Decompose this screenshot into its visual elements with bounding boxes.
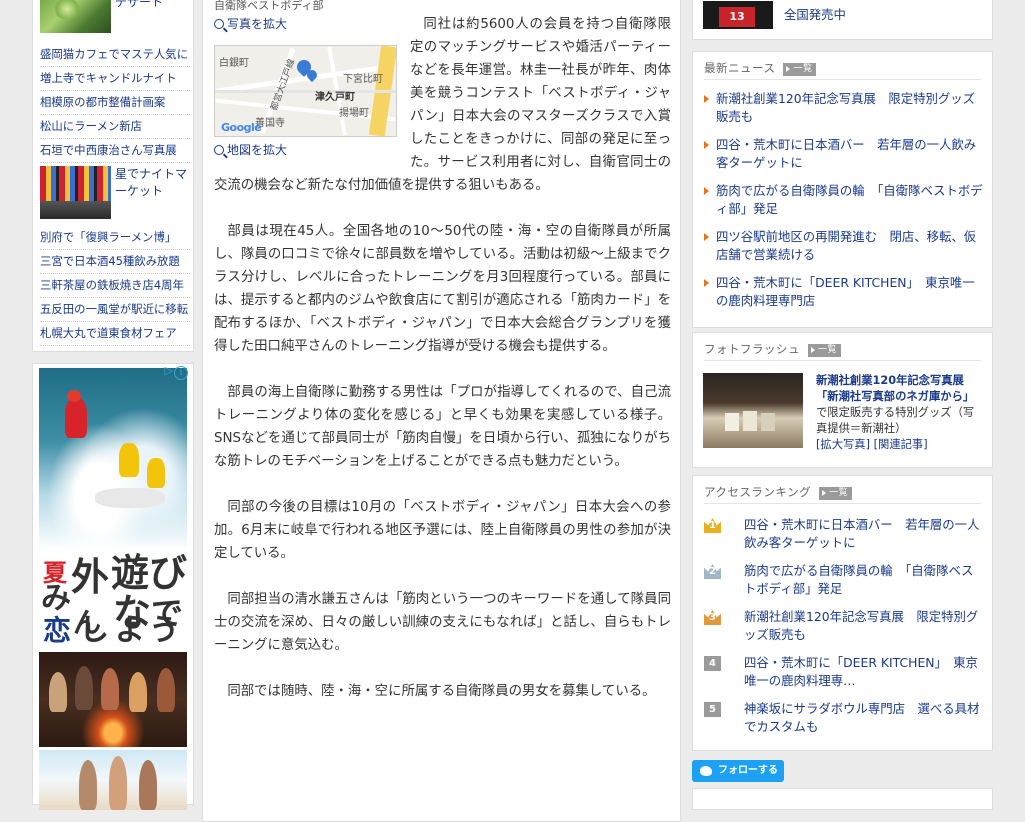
article-body: 同社は約5600人の会員を持つ自衛隊限定のマッチングサービスや婚活パーティーなど… (214, 13, 671, 726)
ranking-item[interactable]: 4 四谷・荒木町に「DEER KITCHEN」 東京唯一の鹿肉料理専… (704, 654, 984, 700)
photo-flash-desc: で限定販売する特別グッズ（写真提供＝新潮社） (816, 406, 975, 435)
promo-badge: 13 (719, 7, 755, 27)
night-market-thumbnail[interactable] (40, 166, 111, 219)
sidebar-link[interactable]: 別府で「復興ラーメン博」 (40, 226, 190, 250)
sidebar-link[interactable]: 五反田の一風堂が駅近に移転 (40, 298, 190, 322)
ranking-item[interactable]: 3 新潮社創業120年記念写真展 限定特別グッズ販売も (704, 608, 984, 654)
ranking-item-text[interactable]: 四谷・荒木町に「DEER KITCHEN」 東京唯一の鹿肉料理専… (744, 655, 978, 688)
news-item[interactable]: 四谷・荒木町に日本酒バー 若年層の一人飲み客ターゲットに (704, 136, 984, 182)
access-ranking-box: アクセスランキング 一覧 1 四谷・荒木町に日本酒バー 若年層の一人飲み客ターゲッ… (692, 475, 993, 751)
promo-box: 13 全国発売中 (692, 0, 993, 40)
ranking-item-text[interactable]: 筋肉で広がる自衛隊員の輪 「自衛隊ベストボディ部」発足 (744, 563, 973, 596)
more-link[interactable]: 一覧 (808, 344, 842, 357)
sidebar-link[interactable]: 増上寺でキャンドルナイト (40, 67, 190, 91)
article-paragraph: 部員は現在45人。全国各地の10～50代の陸・海・空の自衛隊員が所属し、隊員の口… (214, 224, 671, 354)
rank-crown-icon: 1 (704, 518, 721, 533)
ad-char: び (149, 550, 188, 595)
article-panel: 自衛隊ベストボディ部 写真を拡大 白銀町 下宮比町 津久戸町 揚場町 善国寺 都… (202, 0, 681, 822)
media-float (214, 13, 410, 161)
photo-flash-title: フォトフラッシュ 一覧 (704, 341, 842, 357)
ranking-list: 1 四谷・荒木町に日本酒バー 若年層の一人飲み客ターゲットに 2 筋肉で広がる自… (704, 516, 984, 746)
article-paragraph: 同部の今後の目標は10月の「ベストボディ・ジャパン」日本大会への参加。6月末に岐… (214, 500, 671, 561)
follow-label: フォローする (718, 765, 778, 776)
ranking-item-text[interactable]: 四谷・荒木町に日本酒バー 若年層の一人飲み客ターゲットに (744, 517, 979, 550)
more-link[interactable]: 一覧 (819, 487, 853, 500)
photo-enlarge-link[interactable]: [拡大写真] (816, 438, 870, 451)
ranking-item-text[interactable]: 神楽坂にサラダボウル専門店 選べる具材でカスタムも (744, 701, 979, 734)
ad-char: よ (115, 613, 145, 648)
article-paragraph: 同部では随時、陸・海・空に所属する自衛隊員の男女を募集している。 (227, 684, 656, 699)
ad-char: 外 (71, 554, 110, 599)
twitter-follow-button[interactable]: フォローする (692, 760, 784, 782)
promo-cover-image[interactable]: 13 (703, 1, 773, 29)
photo-flash-image[interactable] (703, 373, 803, 448)
sidebar-link[interactable]: 三宮で日本酒45種飲み放題 (40, 250, 190, 274)
ad-char: う (149, 613, 179, 648)
ad-char: し (79, 613, 109, 648)
sidebar-link[interactable]: 石垣で中西康治さん写真展 (40, 139, 190, 163)
access-ranking-title: アクセスランキング 一覧 (704, 484, 853, 500)
article-paragraph: 同部担当の清水謙五さんは「筋肉という一つのキーワードを通して隊員同士の交流を深め… (214, 592, 671, 653)
dessert-link[interactable]: デザート (115, 0, 163, 10)
sidebar-link[interactable]: 札幌大丸で道東食材フェア (40, 322, 190, 346)
ad-char: 遊 (111, 550, 150, 595)
news-item[interactable]: 筋肉で広がる自衛隊員の輪 「自衛隊ベストボディ部」発足 (704, 182, 984, 228)
sidebar-link[interactable]: 三軒茶屋の鉄板焼き店4周年 (40, 274, 190, 298)
ad-info-icon[interactable]: i (174, 366, 188, 380)
latest-news-box: 最新ニュース 一覧 新潮社創業120年記念写真展 限定特別グッズ販売も 四谷・荒木… (692, 51, 993, 328)
ad-slogan[interactable]: 夏 外 遊 び で み ん な 恋 し よ う (39, 553, 187, 649)
sidebar-link[interactable]: 相模原の都市整備計画案 (40, 91, 190, 115)
timeline-widget (692, 788, 993, 810)
sidebar-link[interactable]: 松山にラーメン新店 (40, 115, 190, 139)
sidebar-link-list: 盛岡猫カフェでマステ人気に 増上寺でキャンドルナイト 相模原の都市整備計画案 松… (40, 43, 190, 163)
photo-flash-subhead[interactable]: 「新潮社写真部のネガ庫から」 (816, 390, 974, 403)
ranking-item[interactable]: 5 神楽坂にサラダボウル専門店 選べる具材でカスタムも (704, 700, 984, 746)
rafting-ad-image[interactable] (39, 368, 187, 551)
left-sidebar: デザート 盛岡猫カフェでマステ人気に 増上寺でキャンドルナイト 相模原の都市整備… (32, 0, 194, 352)
campfire-ad-image[interactable] (39, 652, 187, 747)
beach-ad-image[interactable] (39, 750, 187, 810)
rank-number-badge: 4 (704, 656, 721, 671)
photo-caption: 自衛隊ベストボディ部 (214, 0, 324, 12)
ad-close-icon[interactable]: ▷ (165, 364, 173, 377)
sidebar-link-list-2: 別府で「復興ラーメン博」 三宮で日本酒45種飲み放題 三軒茶屋の鉄板焼き店4周年… (40, 226, 190, 346)
related-article-link[interactable]: [関連記事] (874, 438, 928, 451)
rank-crown-icon: 3 (704, 610, 721, 625)
rank-crown-icon: 2 (704, 564, 721, 579)
dessert-thumbnail[interactable] (40, 0, 111, 33)
night-market-link[interactable]: 星でナイトマーケット (115, 166, 191, 200)
photo-flash-text: 新潮社創業120年記念写真展 「新潮社写真部のネガ庫から」で限定販売する特別グッ… (816, 373, 984, 453)
ad-char: 恋 (43, 614, 72, 647)
news-item[interactable]: 四ツ谷駅前地区の再開発進む 閉店、移転、仮店舗で営業続ける (704, 228, 984, 274)
photo-flash-headline[interactable]: 新潮社創業120年記念写真展 (816, 374, 964, 387)
twitter-bird-icon (700, 766, 712, 776)
news-list: 新潮社創業120年記念写真展 限定特別グッズ販売も 四谷・荒木町に日本酒バー 若… (704, 90, 984, 320)
news-item[interactable]: 新潮社創業120年記念写真展 限定特別グッズ販売も (704, 90, 984, 136)
article-paragraph: 部員の海上自衛隊に勤務する男性は「プロが指導してくれるので、自己流トレーニングよ… (214, 385, 671, 469)
advertisement[interactable]: 夏 外 遊 び で み ん な 恋 し よ う ▷ i (32, 363, 194, 810)
ranking-item-text[interactable]: 新潮社創業120年記念写真展 限定特別グッズ販売も (744, 609, 978, 642)
ranking-item[interactable]: 1 四谷・荒木町に日本酒バー 若年層の一人飲み客ターゲットに (704, 516, 984, 562)
news-item[interactable]: 四谷・荒木町に「DEER KITCHEN」 東京唯一の鹿肉料理専門店 (704, 274, 984, 320)
photo-flash-box: フォトフラッシュ 一覧 新潮社創業120年記念写真展 「新潮社写真部のネガ庫から」… (692, 332, 993, 468)
sidebar-link[interactable]: 盛岡猫カフェでマステ人気に (40, 43, 190, 67)
rank-number-badge: 5 (704, 702, 721, 717)
more-link[interactable]: 一覧 (783, 63, 817, 76)
ranking-item[interactable]: 2 筋肉で広がる自衛隊員の輪 「自衛隊ベストボディ部」発足 (704, 562, 984, 608)
latest-news-title: 最新ニュース 一覧 (704, 60, 817, 76)
promo-caption[interactable]: 全国発売中 (784, 5, 846, 23)
